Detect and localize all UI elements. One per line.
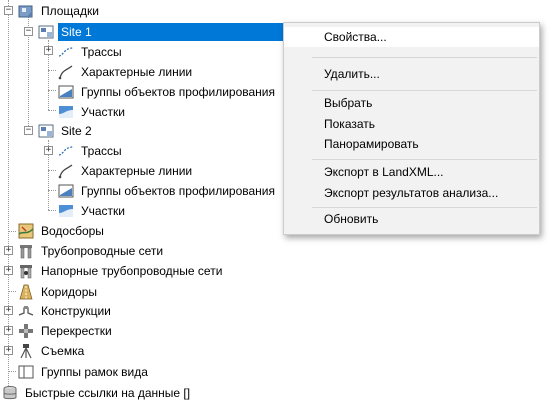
collapse-site2-toggle[interactable]: − — [24, 126, 33, 135]
collapse-sites-toggle[interactable]: − — [4, 6, 13, 15]
expand-survey-toggle[interactable]: + — [4, 346, 13, 355]
menu-item-refresh[interactable]: Обновить — [284, 209, 539, 229]
parcels-icon — [59, 106, 73, 118]
tree-item-site2-alignments[interactable]: Трассы — [58, 141, 125, 161]
feature-line-icon — [58, 65, 73, 80]
survey-icon — [20, 344, 32, 359]
menu-item-properties[interactable]: Свойства... — [284, 27, 539, 47]
menu-item-delete[interactable]: Удалить... — [284, 64, 539, 84]
tree-line — [8, 231, 16, 232]
tree-line — [48, 210, 56, 211]
expand-site1-alignments-toggle[interactable]: + — [44, 46, 53, 55]
context-menu: Свойства... Удалить... Выбрать Показать … — [283, 22, 540, 235]
tree-item-data-shortcuts[interactable]: Быстрые ссылки на данные [] — [2, 383, 193, 403]
menu-separator — [312, 207, 537, 208]
catchments-icon — [18, 223, 34, 239]
alignments-icon — [58, 146, 74, 156]
view-frame-group-icon — [18, 365, 34, 379]
tree-item-corridors[interactable]: Коридоры — [18, 282, 100, 302]
menu-item-export-analysis[interactable]: Экспорт результатов анализа... — [284, 183, 539, 203]
tree-item-site1[interactable]: Site 1 — [38, 22, 294, 42]
tree-item-site1-parcels[interactable]: Участки — [58, 102, 128, 122]
parcels-icon — [59, 205, 73, 217]
site-icon — [38, 124, 54, 138]
expand-pressure-networks-toggle[interactable]: + — [4, 266, 13, 275]
tree-item-site2[interactable]: Site 2 — [38, 121, 95, 141]
tree-item-assemblies[interactable]: Конструкции — [18, 301, 114, 321]
corridor-icon — [19, 284, 33, 300]
menu-item-export-landxml[interactable]: Экспорт в LandXML... — [284, 162, 539, 182]
sites-icon — [18, 5, 33, 18]
tree-item-pipe-networks[interactable]: Трубопроводные сети — [18, 241, 166, 261]
tree-line — [48, 90, 56, 91]
tree-line — [48, 190, 56, 191]
pipe-network-icon — [20, 245, 32, 259]
alignments-icon — [58, 47, 74, 57]
menu-separator — [312, 90, 537, 91]
tree-item-site2-grading-groups[interactable]: Группы объектов профилирования — [58, 181, 278, 201]
tree-item-survey[interactable]: Съемка — [18, 341, 87, 361]
tree-line — [48, 170, 56, 171]
expand-site2-alignments-toggle[interactable]: + — [44, 146, 53, 155]
grading-group-icon — [58, 85, 74, 99]
menu-separator — [312, 159, 537, 160]
menu-item-select[interactable]: Выбрать — [284, 93, 539, 113]
intersection-icon — [19, 324, 33, 338]
tree-item-catchments[interactable]: Водосборы — [18, 221, 107, 241]
tree-item-site2-feature-lines[interactable]: Характерные линии — [58, 161, 195, 181]
pressure-network-icon — [20, 265, 32, 279]
site-icon — [38, 25, 54, 39]
tree-item-view-frame-groups[interactable]: Группы рамок вида — [18, 362, 151, 382]
tree-line — [48, 70, 56, 71]
assembly-icon — [18, 306, 34, 316]
tree-line — [8, 291, 16, 292]
data-shortcuts-icon — [3, 386, 17, 400]
tree-item-site1-feature-lines[interactable]: Характерные линии — [58, 62, 195, 82]
tree-item-site1-alignments[interactable]: Трассы — [58, 42, 125, 62]
expand-pipe-networks-toggle[interactable]: + — [4, 246, 13, 255]
tree-item-sites[interactable]: Площадки — [18, 1, 102, 21]
tree-line — [48, 110, 56, 111]
menu-item-pan[interactable]: Панорамировать — [284, 134, 539, 154]
grading-group-icon — [58, 184, 74, 198]
tree-line — [8, 371, 16, 372]
expand-assemblies-toggle[interactable]: + — [4, 306, 13, 315]
tree-item-intersections[interactable]: Перекрестки — [18, 321, 115, 341]
collapse-site1-toggle[interactable]: − — [24, 27, 33, 36]
tree-item-pressure-networks[interactable]: Напорные трубопроводные сети — [18, 261, 225, 281]
menu-item-show[interactable]: Показать — [284, 114, 539, 134]
tree-item-site1-grading-groups[interactable]: Группы объектов профилирования — [58, 82, 278, 102]
expand-intersections-toggle[interactable]: + — [4, 326, 13, 335]
feature-line-icon — [58, 164, 73, 179]
site1-label: Site 1 — [58, 23, 294, 41]
menu-separator — [312, 57, 537, 58]
tree-item-site2-parcels[interactable]: Участки — [58, 201, 128, 221]
